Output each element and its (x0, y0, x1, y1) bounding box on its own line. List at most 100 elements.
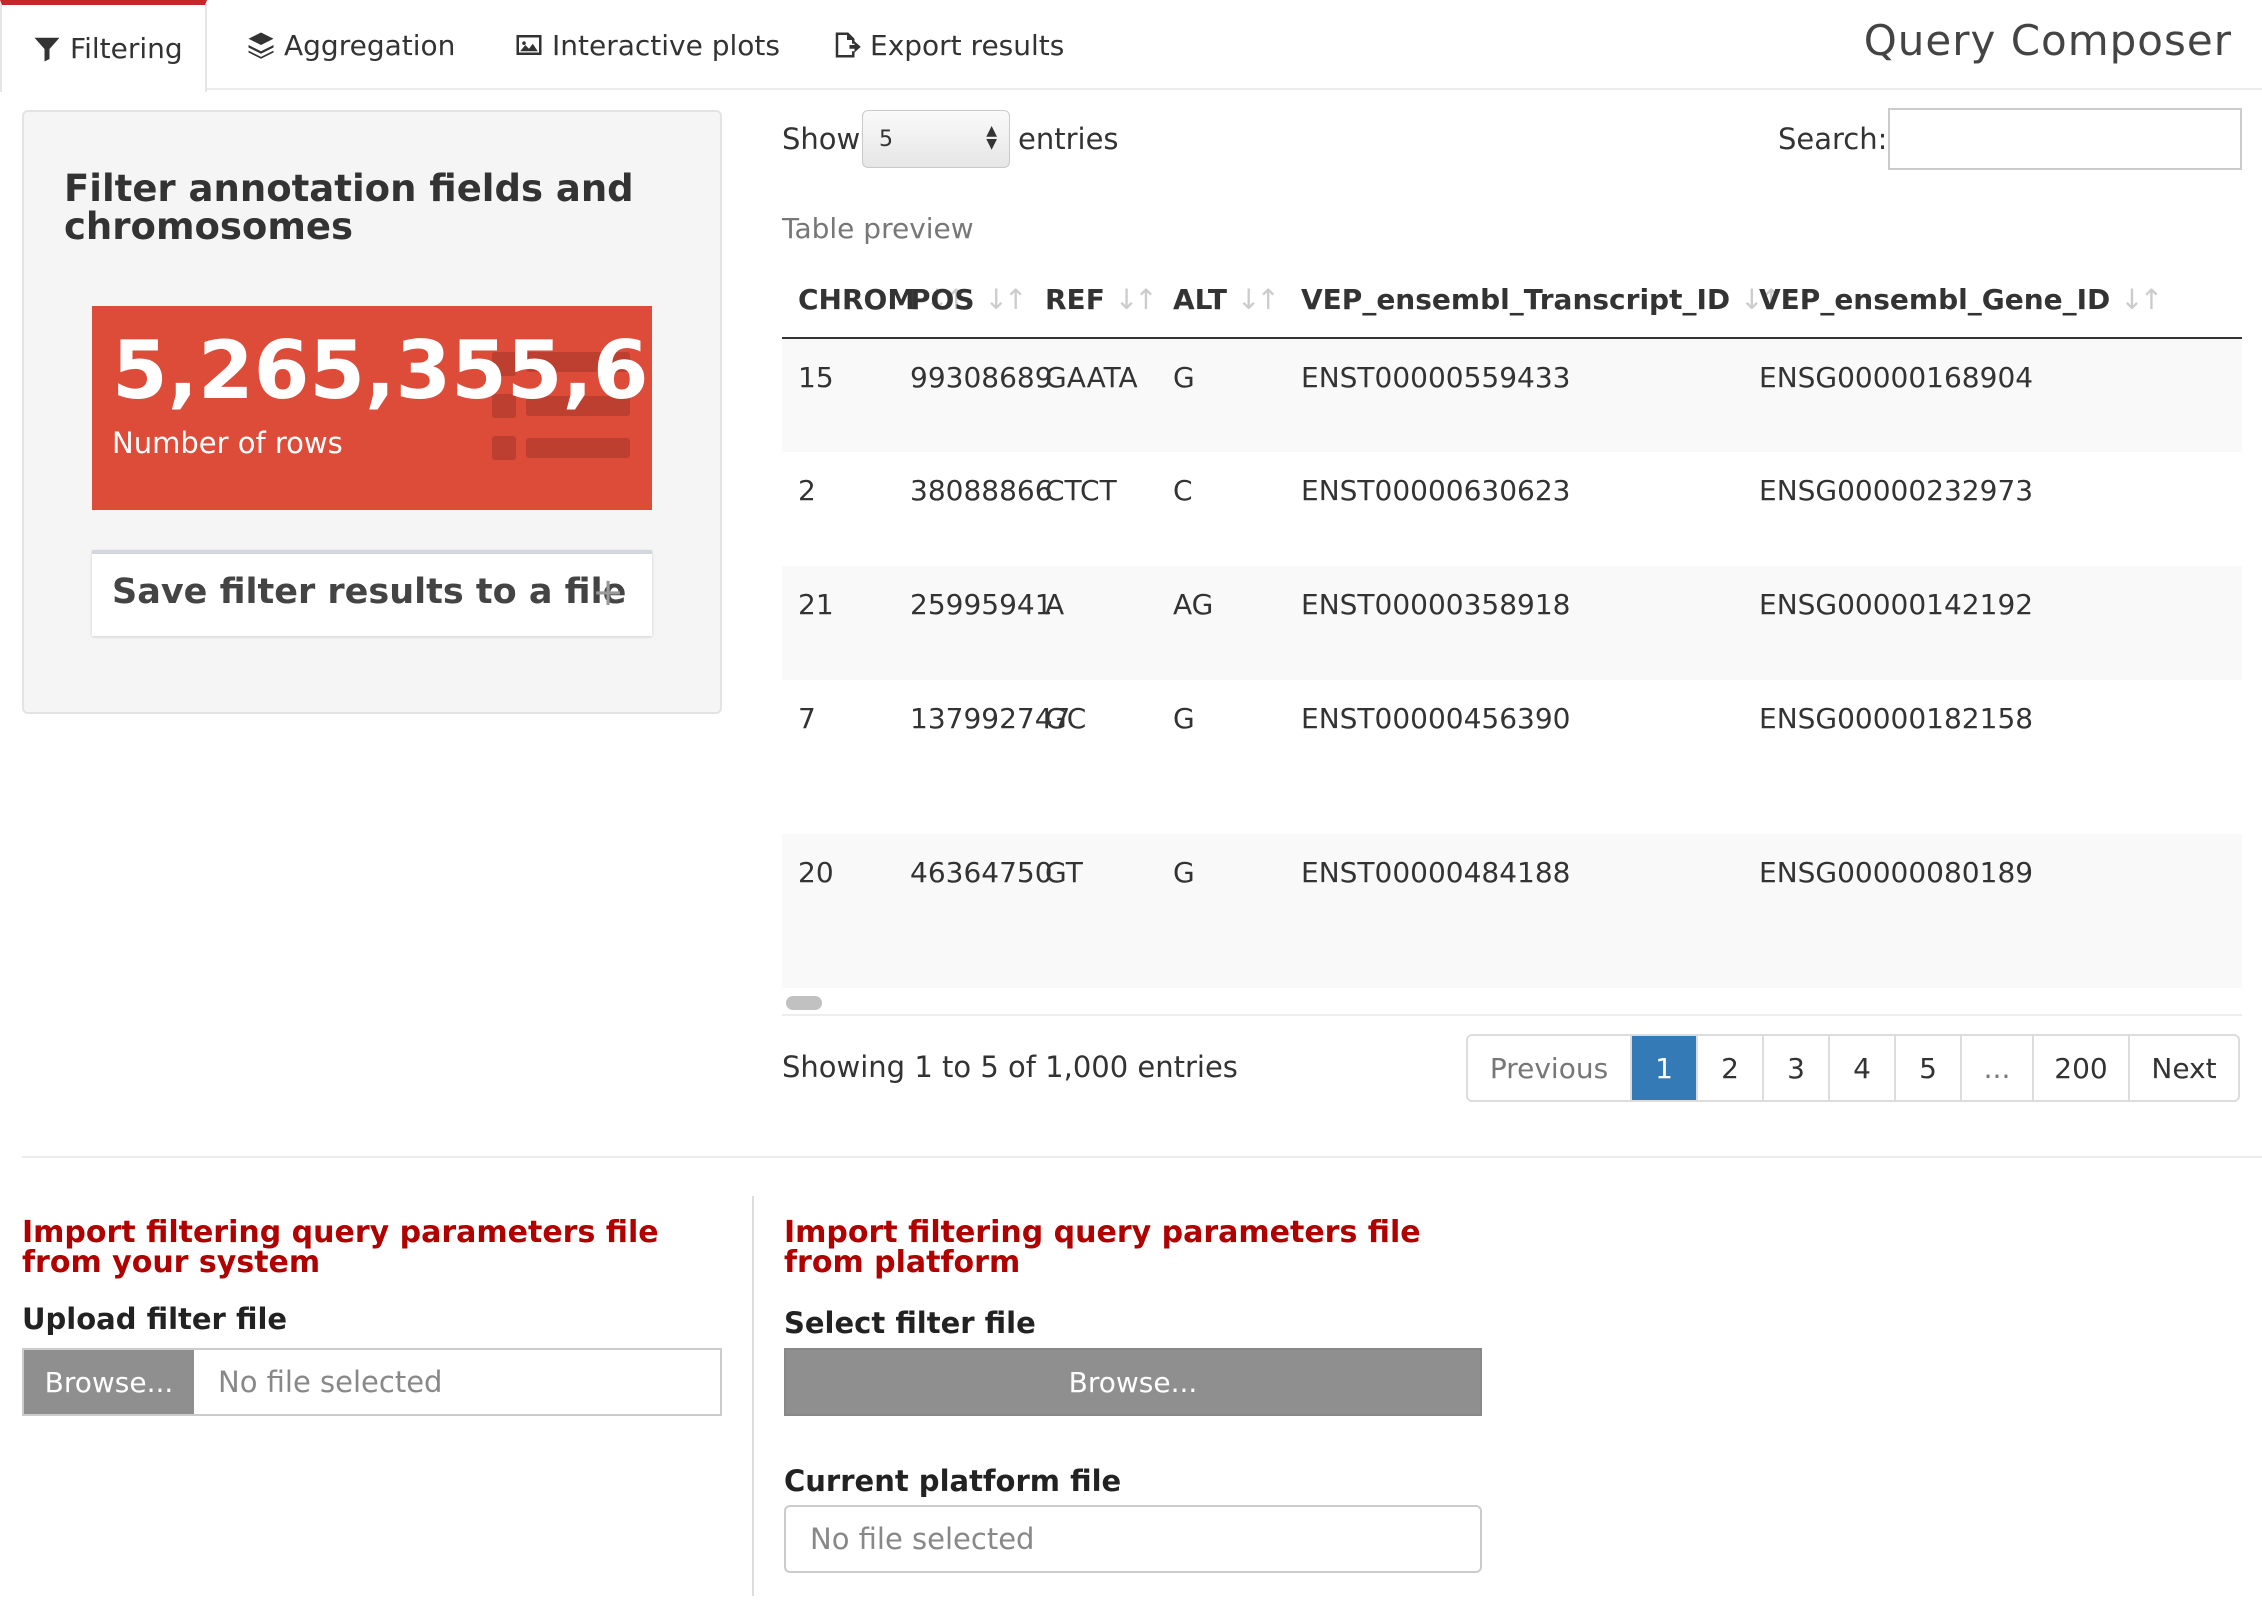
scrollbar-thumb[interactable] (786, 996, 822, 1010)
next-page-button[interactable]: Next (2128, 1036, 2238, 1100)
cell-chrom: 21 (782, 566, 894, 680)
platform-browse-button[interactable]: Browse... (784, 1348, 1482, 1416)
column-header-alt[interactable]: ALT ↓↑ (1157, 262, 1285, 339)
tab-bar: Filtering Aggregation Interactive plots … (0, 0, 2262, 92)
import-platform-title: Import filtering query parameters file f… (784, 1215, 1421, 1280)
pagination-ellipsis: ... (1960, 1036, 2032, 1100)
sort-icon: ↓↑ (1236, 283, 1280, 316)
upload-filter-file-label: Upload filter file (22, 1302, 288, 1336)
sort-icon: ↓↑ (984, 283, 1028, 316)
previous-page-button[interactable]: Previous (1468, 1036, 1630, 1100)
table-info: Showing 1 to 5 of 1,000 entries (782, 1050, 1238, 1084)
row-count-value: 5,265,355,650 (112, 324, 652, 417)
tab-filtering-label: Filtering (70, 32, 183, 65)
cell-ref: GC (1045, 702, 1087, 735)
tab-export-results-label: Export results (870, 28, 1065, 62)
cell-transcript-id: ENST00000456390 (1301, 702, 1571, 735)
file-export-icon (835, 32, 861, 58)
filter-icon (34, 37, 60, 61)
table-row[interactable]: 20 46364750 GT G ENST00000484188 ENSG000… (782, 834, 2242, 988)
column-header-gene-id[interactable]: VEP_ensembl_Gene_ID ↓↑ (1743, 262, 2242, 339)
cell-pos: 99308689 (894, 338, 1053, 452)
tab-filtering[interactable]: Filtering (0, 0, 207, 92)
current-platform-file-label: Current platform file (784, 1464, 1122, 1498)
cell-gene-id: ENSG00000232973 (1759, 474, 2034, 507)
search-input[interactable] (1888, 108, 2242, 170)
page-button-2[interactable]: 2 (1696, 1036, 1762, 1100)
browse-button[interactable]: Browse... (24, 1350, 194, 1414)
cell-transcript-id: ENST00000358918 (1285, 566, 1743, 680)
cell-chrom: 20 (782, 834, 894, 988)
sort-icon: ↓↑ (2120, 283, 2163, 316)
cell-pos: 46364750 (894, 834, 1053, 988)
table-header-row: CHROM ↓↑ POS ↓↑ REF ↓↑ ALT ↓↑ VEP_ensembl_Tr… (782, 262, 2242, 339)
cell-alt: G (1157, 338, 1285, 452)
select-filter-file-label: Select filter file (784, 1306, 1036, 1340)
page-size-value: 5 (879, 127, 893, 152)
import-local-title: Import filtering query parameters file f… (22, 1215, 659, 1280)
cell-transcript-id: ENST00000559433 (1285, 338, 1743, 452)
row-count-box: 5,265,355,650 Number of rows (92, 306, 652, 510)
tab-interactive-plots[interactable]: Interactive plots (514, 0, 780, 90)
page-size-select[interactable]: 5 ▲ ▼ (862, 110, 1010, 168)
cell-ref: A (1029, 566, 1157, 680)
show-label: Show (782, 122, 861, 156)
filter-panel-title: Filter annotation fields and chromosomes (64, 167, 634, 248)
selected-file-text: No file selected (218, 1365, 443, 1399)
cell-chrom: 7 (798, 702, 816, 735)
table-row[interactable]: 2 38088866 CTCT C ENST00000630623 ENSG00… (782, 452, 2242, 566)
layers-icon (248, 32, 274, 59)
data-table: CHROM ↓↑ POS ↓↑ REF ↓↑ ALT ↓↑ VEP_ensembl_Tr… (782, 262, 2242, 988)
cell-alt: G (1157, 834, 1285, 988)
cell-ref: GAATA (1029, 338, 1157, 452)
pagination: Previous 1 2 3 4 5 ... 200 Next (1466, 1034, 2240, 1102)
tab-interactive-plots-label: Interactive plots (552, 28, 780, 62)
page-button-last[interactable]: 200 (2032, 1036, 2128, 1100)
cell-gene-id: ENSG00000080189 (1743, 834, 2242, 988)
page-button-4[interactable]: 4 (1828, 1036, 1894, 1100)
column-header-ref[interactable]: REF ↓↑ (1029, 262, 1158, 339)
column-header-chrom[interactable]: CHROM ↓↑ (782, 262, 968, 339)
cell-transcript-id: ENST00000484188 (1285, 834, 1743, 988)
cell-alt: C (1173, 474, 1193, 507)
page-button-1[interactable]: 1 (1630, 1036, 1696, 1100)
cell-pos: 137992747 (910, 702, 1071, 735)
current-platform-file-field[interactable]: No file selected (784, 1505, 1482, 1573)
cell-ref: CTCT (1045, 474, 1117, 507)
table-row[interactable]: 21 25995941 A AG ENST00000358918 ENSG000… (782, 566, 2242, 680)
row-count-label: Number of rows (112, 426, 343, 460)
image-icon (516, 35, 542, 55)
cell-pos: 25995941 (894, 566, 1053, 680)
entries-label: entries (1018, 122, 1119, 156)
tab-export-results[interactable]: Export results (832, 0, 1064, 90)
cell-chrom: 15 (782, 338, 894, 452)
column-header-pos[interactable]: POS ↓↑ (894, 262, 1029, 339)
section-divider (22, 1156, 2262, 1158)
select-arrows-icon: ▲ ▼ (986, 123, 997, 152)
tab-aggregation[interactable]: Aggregation (246, 0, 455, 90)
table-row[interactable]: 15 99308689 GAATA G ENST00000559433 ENSG… (782, 338, 2242, 452)
horizontal-scrollbar[interactable] (782, 988, 2242, 1016)
app-title: Query Composer (1863, 16, 2232, 65)
save-filter-results-label: Save filter results to a file (112, 572, 627, 612)
expand-plus-icon[interactable]: + (592, 570, 624, 614)
save-filter-results-collapsible[interactable]: Save filter results to a file + (92, 550, 652, 636)
column-header-transcript-id[interactable]: VEP_ensembl_Transcript_ID ↓↑ (1285, 262, 1783, 339)
tab-aggregation-label: Aggregation (284, 28, 456, 62)
cell-chrom: 2 (798, 474, 816, 507)
cell-alt: G (1173, 702, 1195, 735)
cell-alt: AG (1157, 566, 1285, 680)
cell-gene-id: ENSG00000168904 (1743, 338, 2242, 452)
cell-gene-id: ENSG00000182158 (1759, 702, 2034, 735)
filter-panel: Filter annotation fields and chromosomes… (22, 110, 722, 714)
upload-filter-file-input[interactable]: Browse... No file selected (22, 1348, 722, 1416)
column-divider (752, 1196, 754, 1596)
sort-icon: ↓↑ (1114, 283, 1158, 316)
cell-pos: 38088866 (910, 474, 1053, 507)
page-button-3[interactable]: 3 (1762, 1036, 1828, 1100)
page-button-5[interactable]: 5 (1894, 1036, 1960, 1100)
search-label: Search: (1778, 122, 1888, 156)
cell-transcript-id: ENST00000630623 (1301, 474, 1571, 507)
cell-ref: GT (1029, 834, 1157, 988)
table-row[interactable]: 7 137992747 GC G ENST00000456390 ENSG000… (782, 680, 2242, 834)
